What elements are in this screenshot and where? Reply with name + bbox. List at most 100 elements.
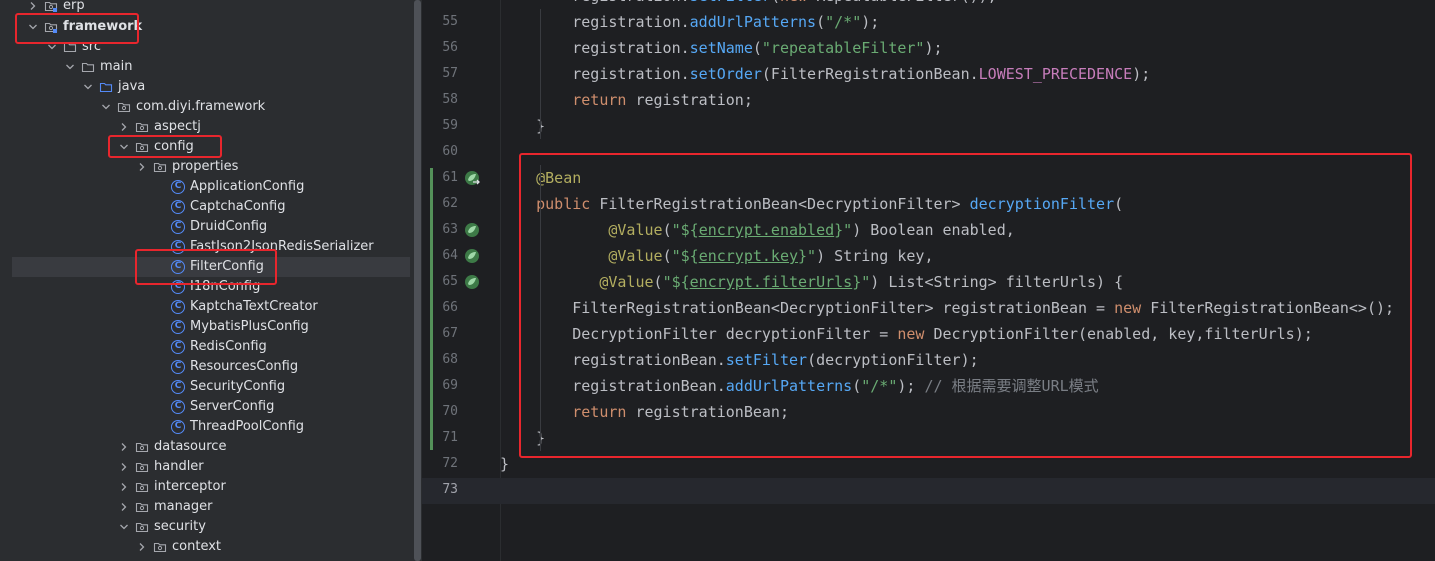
code-token: } xyxy=(500,455,510,473)
line-number[interactable]: 65 xyxy=(422,269,458,295)
line-number[interactable]: 55 xyxy=(422,9,458,35)
chevron-right-icon[interactable] xyxy=(135,537,149,557)
tree-item-mybatisplusconfig[interactable]: C MybatisPlusConfig xyxy=(153,317,309,337)
line-number[interactable]: 56 xyxy=(422,35,458,61)
code-token: ) Boolean enabled, xyxy=(852,221,1015,239)
scrollbar-thumb[interactable] xyxy=(414,0,421,561)
code-line-65[interactable]: @Value("${encrypt.filterUrls}") List<Str… xyxy=(500,269,1123,295)
code-line-57[interactable]: registration.setOrder(FilterRegistration… xyxy=(500,61,1150,87)
chevron-right-icon xyxy=(153,357,167,377)
code-token: registration. xyxy=(500,0,689,5)
chevron-down-icon[interactable] xyxy=(63,57,77,77)
tree-item-serverconfig[interactable]: C ServerConfig xyxy=(153,397,274,417)
tree-item-datasource[interactable]: datasource xyxy=(117,437,226,457)
chevron-right-icon[interactable] xyxy=(135,157,149,177)
package-icon xyxy=(117,100,131,114)
tree-item-kaptchatextcreator[interactable]: C KaptchaTextCreator xyxy=(153,297,318,317)
chevron-down-icon[interactable] xyxy=(117,517,131,537)
code-line-partial[interactable]: registration.setFilter(new RepeatableFil… xyxy=(500,0,996,9)
tree-item-aspectj[interactable]: aspectj xyxy=(117,117,201,137)
java-class-icon: C xyxy=(171,220,185,234)
tree-item-resourcesconfig[interactable]: C ResourcesConfig xyxy=(153,357,298,377)
tree-item-context[interactable]: context xyxy=(135,537,221,557)
code-line-68[interactable]: registrationBean.setFilter(decryptionFil… xyxy=(500,347,978,373)
tree-item-label: security xyxy=(154,519,206,534)
tree-item-securityconfig[interactable]: C SecurityConfig xyxy=(153,377,285,397)
tree-item-label: DruidConfig xyxy=(190,219,268,234)
line-number[interactable]: 59 xyxy=(422,113,458,139)
tree-item-interceptor[interactable]: interceptor xyxy=(117,477,226,497)
line-number[interactable]: 69 xyxy=(422,373,458,399)
line-number[interactable]: 62 xyxy=(422,191,458,217)
line-number[interactable]: 71 xyxy=(422,425,458,451)
tree-item-label: CaptchaConfig xyxy=(190,199,286,214)
tree-item-druidconfig[interactable]: C DruidConfig xyxy=(153,217,267,237)
line-number[interactable]: 58 xyxy=(422,87,458,113)
spring-bean-icon[interactable] xyxy=(463,273,481,291)
code-line-59[interactable]: } xyxy=(500,113,545,139)
line-number[interactable]: 70 xyxy=(422,399,458,425)
line-number[interactable]: 73 xyxy=(422,477,458,503)
project-tree-scrollbar[interactable] xyxy=(412,0,422,561)
chevron-right-icon[interactable] xyxy=(117,497,131,517)
code-line-63[interactable]: @Value("${encrypt.enabled}") Boolean ena… xyxy=(500,217,1015,243)
code-token: }" xyxy=(798,247,817,265)
code-line-58[interactable]: return registration; xyxy=(500,87,753,113)
java-class-icon: C xyxy=(171,200,185,214)
tree-item-security[interactable]: security xyxy=(117,517,206,537)
chevron-down-icon[interactable] xyxy=(99,97,113,117)
code-line-56[interactable]: registration.setName("repeatableFilter")… xyxy=(500,35,942,61)
tree-item-threadpoolconfig[interactable]: C ThreadPoolConfig xyxy=(153,417,304,437)
code-line-64[interactable]: @Value("${encrypt.key}") String key, xyxy=(500,243,933,269)
tree-item-properties[interactable]: properties xyxy=(135,157,238,177)
code-line-71[interactable]: } xyxy=(500,425,545,451)
chevron-down-icon[interactable] xyxy=(81,77,95,97)
code-line-69[interactable]: registrationBean.addUrlPatterns("/*"); /… xyxy=(500,373,1099,399)
code-token: new xyxy=(780,0,816,5)
code-line-70[interactable]: return registrationBean; xyxy=(500,399,789,425)
line-number[interactable]: 68 xyxy=(422,347,458,373)
line-number[interactable]: 64 xyxy=(422,243,458,269)
line-number[interactable]: 57 xyxy=(422,61,458,87)
tree-item-label: main xyxy=(100,59,133,74)
tree-item-label: ApplicationConfig xyxy=(190,179,305,194)
line-number[interactable]: 66 xyxy=(422,295,458,321)
line-number[interactable]: 67 xyxy=(422,321,458,347)
package-icon xyxy=(153,540,167,554)
code-token: FilterRegistrationBean<>(); xyxy=(1150,299,1395,317)
chevron-right-icon[interactable] xyxy=(117,457,131,477)
code-token: // 根据需要调整URL模式 xyxy=(915,377,1099,395)
tree-item-label: ResourcesConfig xyxy=(190,359,299,374)
tree-item-captchaconfig[interactable]: C CaptchaConfig xyxy=(153,197,285,217)
code-token: "/*" xyxy=(861,377,898,395)
tree-item-java[interactable]: java xyxy=(81,77,145,97)
tree-item-handler[interactable]: handler xyxy=(117,457,204,477)
line-number[interactable]: 60 xyxy=(422,139,458,165)
tree-item-com-diyi-framework[interactable]: com.diyi.framework xyxy=(99,97,265,117)
java-class-icon: C xyxy=(171,320,185,334)
code-line-67[interactable]: DecryptionFilter decryptionFilter = new … xyxy=(500,321,1313,347)
code-token: ( xyxy=(852,377,862,395)
line-number[interactable]: 63 xyxy=(422,217,458,243)
package-icon xyxy=(153,160,167,174)
tree-item-applicationconfig[interactable]: C ApplicationConfig xyxy=(153,177,304,197)
tree-item-manager[interactable]: manager xyxy=(117,497,212,517)
java-class-icon: C xyxy=(171,420,185,434)
code-line-55[interactable]: registration.addUrlPatterns("/*"); xyxy=(500,9,879,35)
chevron-right-icon[interactable] xyxy=(117,437,131,457)
spring-bean-icon[interactable] xyxy=(463,221,481,239)
spring-bean-icon[interactable] xyxy=(463,169,481,187)
tree-item-main[interactable]: main xyxy=(63,57,132,77)
line-number[interactable]: 61 xyxy=(422,165,458,191)
code-token: setName xyxy=(689,39,753,57)
code-token: encrypt.key xyxy=(698,247,799,265)
code-token: @Value xyxy=(500,247,663,265)
spring-bean-icon[interactable] xyxy=(463,247,481,265)
code-line-66[interactable]: FilterRegistrationBean<DecryptionFilter>… xyxy=(500,295,1394,321)
tree-item-redisconfig[interactable]: C RedisConfig xyxy=(153,337,267,357)
chevron-right-icon[interactable] xyxy=(117,117,131,137)
code-line-72[interactable]: } xyxy=(500,451,509,477)
line-number[interactable]: 72 xyxy=(422,451,458,477)
chevron-right-icon[interactable] xyxy=(117,477,131,497)
code-line-62[interactable]: public FilterRegistrationBean<Decryption… xyxy=(500,191,1123,217)
